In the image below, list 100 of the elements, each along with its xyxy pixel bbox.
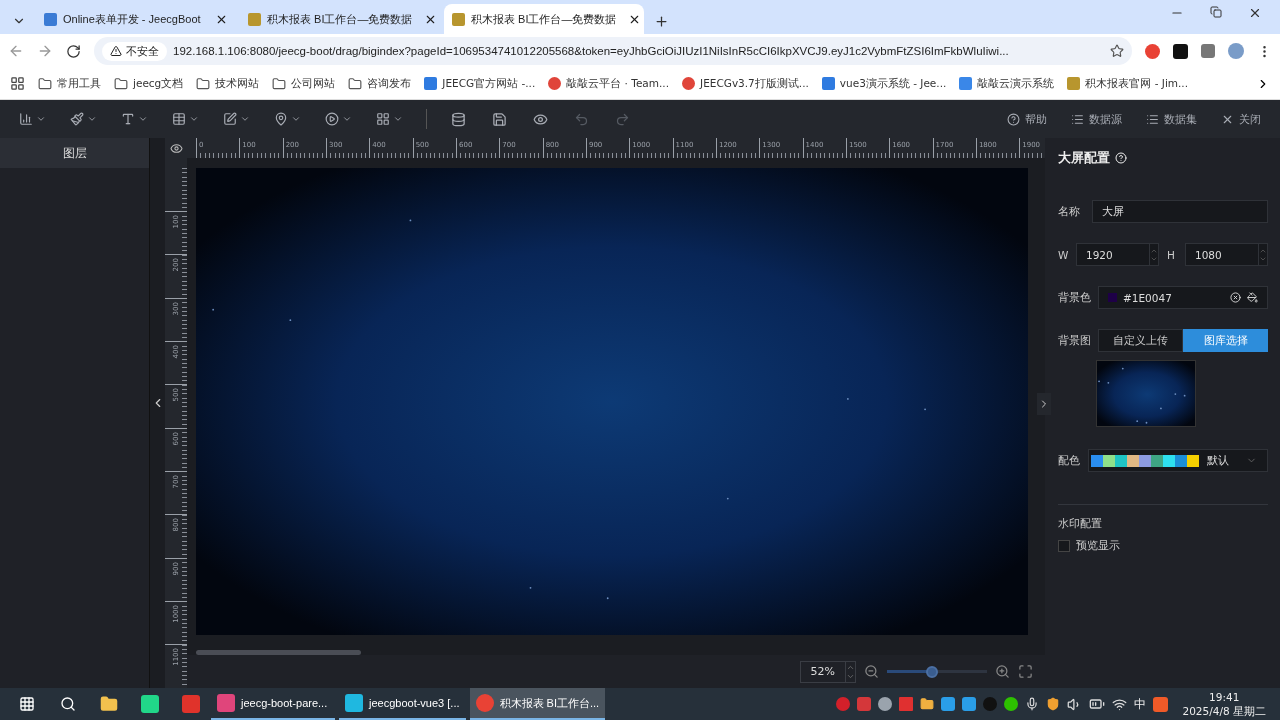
eye-icon[interactable] <box>169 141 183 155</box>
mic-icon[interactable] <box>1024 697 1039 711</box>
bookmark[interactable]: 咨询发布 <box>348 76 412 91</box>
close-button[interactable]: 关闭 <box>1212 111 1270 127</box>
search-icon[interactable] <box>59 696 76 712</box>
layers-tab[interactable]: 图层 <box>0 138 149 168</box>
select-value: 默认 <box>1207 453 1229 468</box>
browser-tab[interactable]: 积木报表 BI工作台—免费数据 <box>444 4 644 34</box>
bookmark-star-icon[interactable] <box>1110 44 1124 58</box>
field-label: H <box>1167 248 1176 261</box>
app-icon <box>217 694 235 712</box>
reload-button[interactable] <box>66 43 81 59</box>
segment-button[interactable]: 图库选择 <box>1183 329 1268 352</box>
apps-icon[interactable] <box>10 76 25 91</box>
section-title: 水印配置 <box>1058 517 1103 531</box>
field-label: 配色 <box>1058 453 1080 468</box>
bookmark[interactable]: 积木报表官网 - Jim... <box>1067 76 1189 91</box>
app-icon[interactable] <box>898 697 913 711</box>
caret-icon <box>393 114 403 124</box>
save-icon <box>492 111 507 127</box>
name-field[interactable]: 大屏 <box>1092 200 1268 223</box>
color-field[interactable]: #1E0047 <box>1098 286 1268 309</box>
zoom-out-icon[interactable] <box>864 664 879 679</box>
table-icon <box>172 112 186 126</box>
restore-icon[interactable] <box>1210 6 1222 18</box>
paint-bucket-icon[interactable] <box>1247 292 1258 303</box>
list-icon <box>1146 112 1159 126</box>
bookmark[interactable]: 敲敲云演示系统 <box>959 76 1055 91</box>
field-value: 1080 <box>1195 248 1222 261</box>
scrollbar[interactable] <box>196 650 361 655</box>
close-icon[interactable] <box>1248 6 1262 20</box>
shield-icon[interactable] <box>1045 697 1060 711</box>
app-icon[interactable] <box>940 697 955 711</box>
folder-icon <box>348 76 363 91</box>
field-label: 名称 <box>1058 204 1081 219</box>
bookmark[interactable]: 敲敲云平台 · Team... <box>548 76 670 91</box>
record-icon[interactable] <box>835 697 850 711</box>
segment-button[interactable]: 自定义上传 <box>1098 329 1183 352</box>
bookmark[interactable]: 技术网站 <box>196 76 260 91</box>
brush-icon <box>70 112 84 126</box>
app-icon[interactable] <box>181 695 200 713</box>
grid-icon <box>376 112 390 126</box>
folder-icon <box>114 76 128 91</box>
extension-icon[interactable] <box>1173 43 1188 59</box>
taskbar-button[interactable]: jeecg-boot-pare... <box>211 688 335 720</box>
help-link[interactable]: 帮助 <box>998 111 1056 127</box>
play-icon <box>325 112 339 126</box>
bookmark[interactable]: jeecg文档 <box>114 76 184 91</box>
browser-tab[interactable]: Online表单开发 - JeecgBoot <box>36 4 236 34</box>
checkbox[interactable] <box>1058 540 1070 552</box>
zoom-in-icon[interactable] <box>995 664 1010 679</box>
text-icon <box>121 112 135 126</box>
app-icon[interactable] <box>961 697 976 711</box>
bookmark[interactable]: 常用工具 <box>38 76 101 91</box>
help-icon[interactable] <box>1115 152 1127 164</box>
clear-icon[interactable] <box>1230 292 1241 303</box>
battery-icon[interactable] <box>1088 696 1105 712</box>
folder-icon <box>196 76 211 91</box>
folder-icon[interactable] <box>919 697 934 711</box>
app-icon[interactable] <box>1152 696 1168 712</box>
logo-icon <box>959 77 973 90</box>
logo-icon <box>424 77 438 90</box>
bookmark[interactable]: JEECGv3.7打版测试... <box>682 76 809 91</box>
bookmark[interactable]: JEECG官方网站 -... <box>424 76 536 91</box>
forward-button[interactable] <box>37 43 53 59</box>
palette-select[interactable]: 默认 <box>1088 449 1268 472</box>
input-method-indicator[interactable]: 中 <box>1133 695 1146 713</box>
address-bar[interactable]: 不安全 192.168.1.106:8080/jeecg-boot/drag/bigindex?pageId=1069534741012205568&token=eyJhbGciOiJIUzI1NiIsInR5cCI6IkpXVCJ9.eyJ1c2VybmFtZSI6ImFkbWluIiwi... <box>94 37 1132 65</box>
browser-tab[interactable]: 积木报表 BI工作台—免费数据 <box>240 4 440 34</box>
field-label: 背景色 <box>1058 290 1090 305</box>
bookmark[interactable]: 公司网站 <box>272 76 336 91</box>
profile-icon[interactable] <box>1228 43 1244 59</box>
app-icon <box>345 694 363 712</box>
app-icon[interactable] <box>877 697 892 711</box>
edit-icon <box>223 112 237 126</box>
folder-icon[interactable] <box>99 695 118 713</box>
list-icon <box>1071 112 1084 126</box>
field-label: 背景图 <box>1058 333 1090 348</box>
collapse-right-button[interactable] <box>1037 393 1051 415</box>
logo-icon <box>682 77 696 90</box>
chat-icon[interactable] <box>1003 697 1018 711</box>
taskbar-button[interactable]: jeecgboot-vue3 [... <box>339 688 466 720</box>
security-chip[interactable]: 不安全 <box>102 41 167 61</box>
zoom-slider-track[interactable] <box>887 670 987 673</box>
wifi-icon[interactable] <box>1111 696 1127 712</box>
dataset-link[interactable]: 数据集 <box>1137 111 1206 127</box>
clock[interactable]: 19:41 2025/4/8 星期二 <box>1182 690 1266 718</box>
datasource-link[interactable]: 数据源 <box>1062 111 1131 127</box>
caret-icon <box>87 114 97 124</box>
field-label: W <box>1058 248 1068 261</box>
caret-icon <box>36 114 46 124</box>
bookmark[interactable]: vue3演示系统 - Jee... <box>821 76 947 91</box>
caret-icon <box>342 114 352 124</box>
back-button[interactable] <box>8 43 24 59</box>
logo-icon <box>1067 77 1081 90</box>
fit-screen-icon[interactable] <box>1018 664 1033 679</box>
slider-handle[interactable] <box>926 665 938 678</box>
app-icon[interactable] <box>140 695 159 713</box>
taskbar-button[interactable]: 积木报表 BI工作台... <box>469 688 606 720</box>
warning-icon <box>110 45 122 57</box>
